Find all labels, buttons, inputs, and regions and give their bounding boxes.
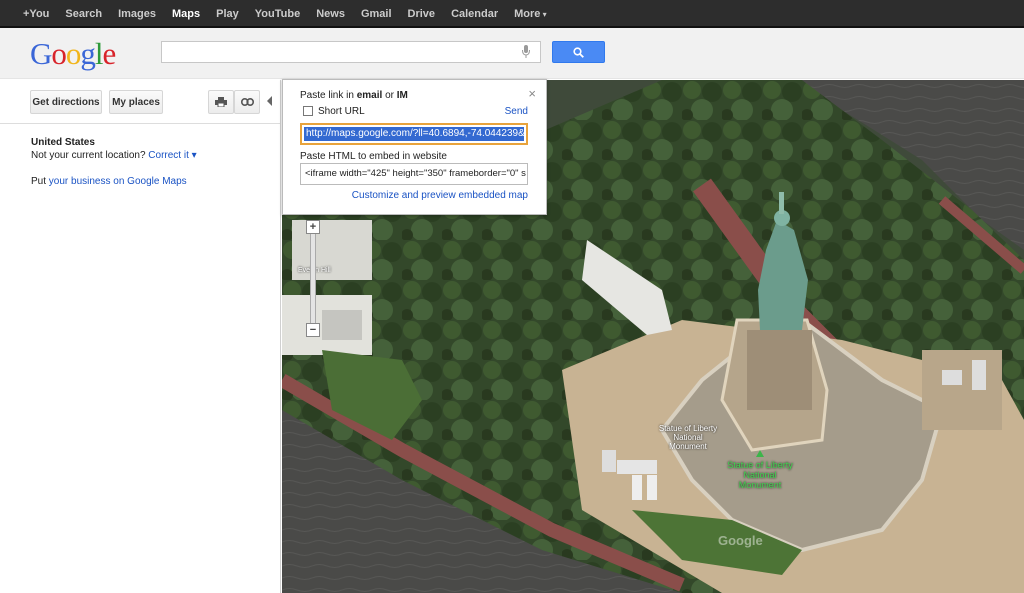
google-logo[interactable]: Google: [30, 36, 117, 72]
microphone-icon[interactable]: [522, 45, 530, 58]
map-label[interactable]: Statue of Liberty National Monument: [658, 424, 718, 451]
top-nav-item-search[interactable]: Search: [65, 8, 102, 20]
share-link-popup: × Paste link in email or IM Short URL Se…: [282, 79, 547, 215]
logo-letter: o: [65, 36, 81, 71]
top-nav-item-more[interactable]: More: [514, 8, 547, 20]
customize-embed-link[interactable]: Customize and preview embedded map: [352, 190, 528, 201]
header: Google: [0, 28, 1024, 79]
location-subtitle: Not your current location? Correct it ▾: [31, 150, 197, 161]
zoom-out-button[interactable]: −: [306, 323, 320, 337]
zoom-slider-track[interactable]: [310, 222, 316, 332]
map-label-green[interactable]: Statue of Liberty National Monument: [725, 460, 795, 490]
link-icon: [240, 98, 254, 106]
business-promo: Put your business on Google Maps: [31, 176, 187, 187]
short-url-label: Short URL: [318, 106, 365, 117]
get-directions-button[interactable]: Get directions: [30, 90, 102, 114]
location-title: United States: [31, 137, 95, 148]
top-nav-item-youtube[interactable]: YouTube: [255, 8, 300, 20]
close-icon[interactable]: ×: [528, 86, 536, 101]
logo-letter: G: [30, 36, 52, 71]
send-link[interactable]: Send: [505, 106, 528, 117]
top-nav-list: +You Search Images Maps Play YouTube News Gmail…: [0, 0, 1024, 28]
zoom-in-button[interactable]: +: [306, 220, 320, 234]
top-nav-item-calendar[interactable]: Calendar: [451, 8, 498, 20]
top-nav-item-maps[interactable]: Maps: [172, 8, 200, 20]
top-nav-item-drive[interactable]: Drive: [408, 8, 436, 20]
top-nav-bar: +You Search Images Maps Play YouTube News Gmail…: [0, 0, 1024, 28]
top-nav-item-play[interactable]: Play: [216, 8, 239, 20]
paste-link-im: IM: [396, 90, 408, 101]
top-nav-item-images[interactable]: Images: [118, 8, 156, 20]
put-prefix-text: Put: [31, 176, 47, 187]
search-input[interactable]: [161, 41, 541, 63]
map-pin-icon[interactable]: [756, 450, 764, 457]
correct-it-link[interactable]: Correct it ▾: [148, 150, 196, 161]
top-nav-item-news[interactable]: News: [316, 8, 345, 20]
logo-letter: l: [94, 36, 104, 71]
divider: [0, 123, 280, 124]
print-button[interactable]: [208, 90, 234, 114]
my-places-button[interactable]: My places: [109, 90, 163, 114]
embed-html-field[interactable]: <iframe width="425" height="350" framebo…: [300, 163, 528, 185]
business-link[interactable]: your business on Google Maps: [49, 176, 187, 187]
location-prefix-text: Not your current location?: [31, 150, 146, 161]
paste-link-label: Paste link in email or IM: [300, 90, 408, 101]
collapse-panel-arrow-icon[interactable]: [267, 96, 272, 106]
map-watermark: Google: [718, 533, 763, 548]
link-button[interactable]: [234, 90, 260, 114]
logo-letter: o: [51, 36, 66, 71]
url-field[interactable]: http://maps.google.com/?ll=40.6894,-74.0…: [300, 123, 528, 145]
paste-link-or: or: [385, 90, 394, 101]
short-url-checkbox[interactable]: [303, 106, 313, 116]
logo-letter: g: [80, 36, 95, 71]
embed-label: Paste HTML to embed in website: [300, 151, 447, 162]
paste-link-email: email: [356, 90, 383, 101]
url-field-value: http://maps.google.com/?ll=40.6894,-74.0…: [304, 127, 524, 141]
print-icon: [215, 97, 227, 107]
left-panel: Get directions My places United States N…: [0, 80, 281, 593]
top-nav-item-gmail[interactable]: Gmail: [361, 8, 392, 20]
paste-link-prefix: Paste link in: [300, 90, 354, 101]
search-icon: [573, 46, 584, 58]
logo-letter: e: [102, 36, 117, 71]
search-button[interactable]: [552, 41, 605, 63]
top-nav-item-you[interactable]: +You: [23, 8, 49, 20]
